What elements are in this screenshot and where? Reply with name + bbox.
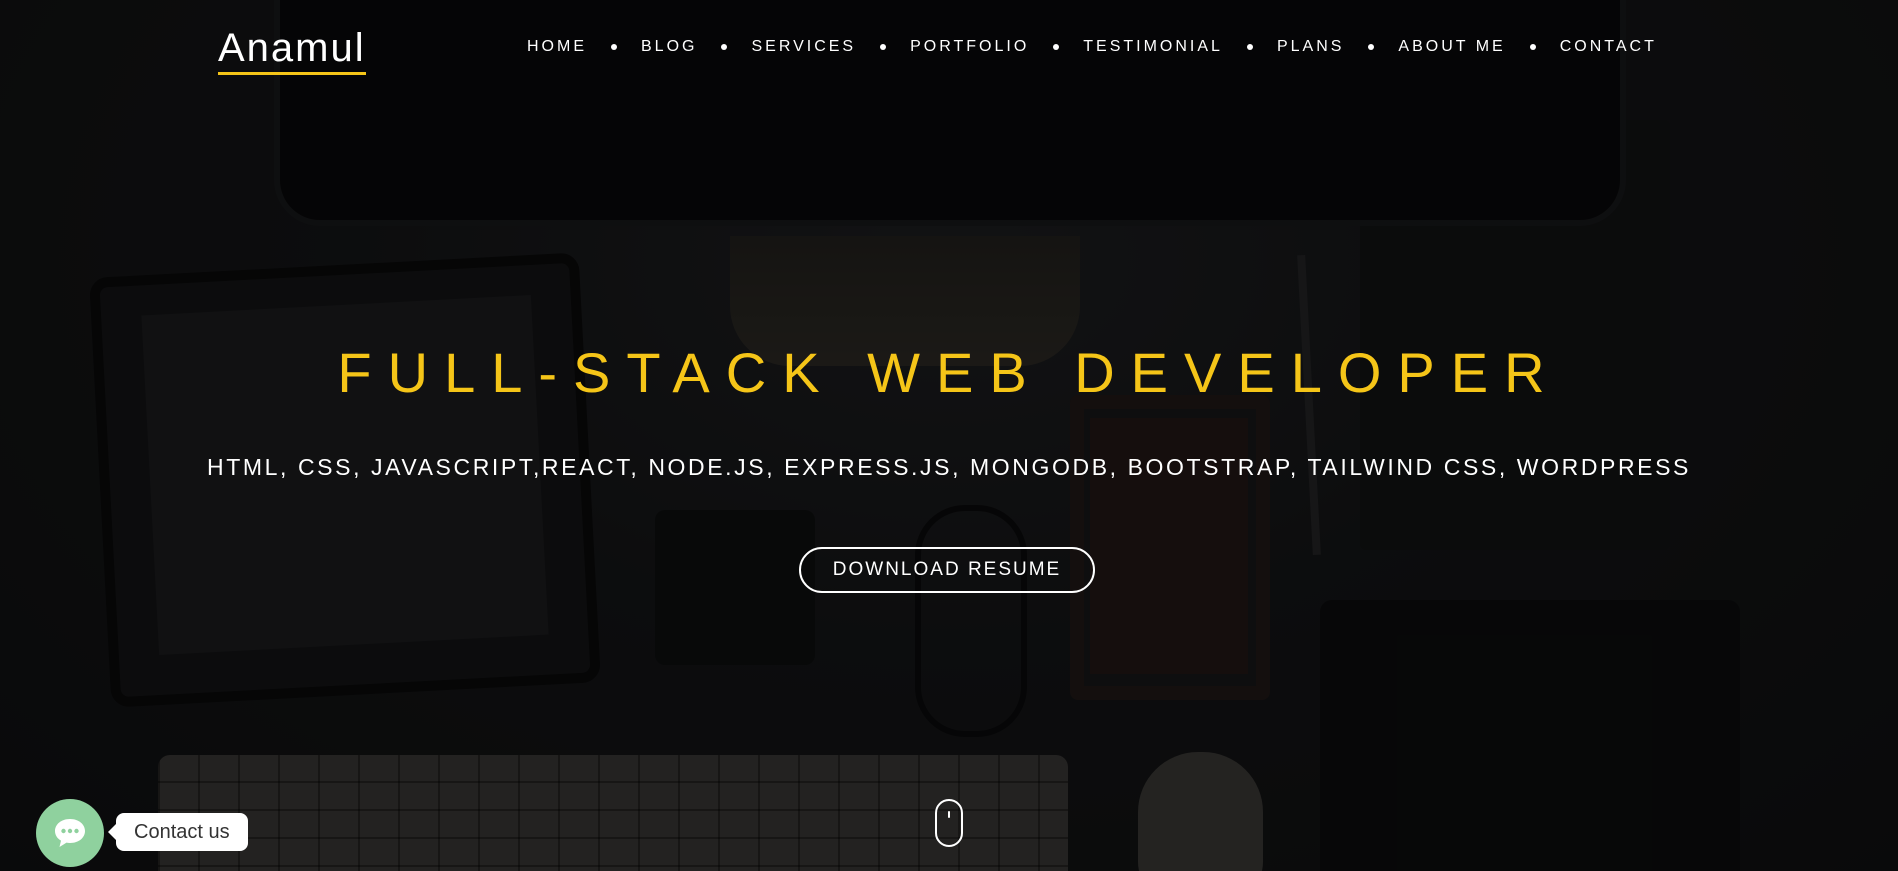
download-resume-button[interactable]: DOWNLOAD RESUME xyxy=(799,547,1095,593)
hero-section: Anamul HOME BLOG SERVICES PORTFOLIO TEST… xyxy=(0,0,1898,871)
nav-item-portfolio[interactable]: PORTFOLIO xyxy=(910,38,1029,56)
nav-item-services[interactable]: SERVICES xyxy=(751,38,856,56)
mouse-scroll-icon[interactable] xyxy=(935,799,963,847)
nav-separator-dot xyxy=(1246,44,1253,50)
nav-separator-dot xyxy=(1368,44,1375,50)
chat-bubble-icon xyxy=(55,819,85,847)
site-logo[interactable]: Anamul xyxy=(218,24,366,75)
contact-us-label[interactable]: Contact us xyxy=(108,813,248,851)
nav-separator-dot xyxy=(1053,44,1060,50)
nav-separator-dot xyxy=(1529,44,1536,50)
chat-button[interactable] xyxy=(36,799,104,867)
mouse-scroll-wheel xyxy=(948,811,950,818)
dark-overlay xyxy=(0,0,1898,871)
nav-item-home[interactable]: HOME xyxy=(527,38,587,56)
site-header: Anamul HOME BLOG SERVICES PORTFOLIO TEST… xyxy=(0,0,1898,100)
nav-separator-dot xyxy=(611,44,617,50)
nav-item-testimonial[interactable]: TESTIMONIAL xyxy=(1083,38,1223,56)
main-nav: HOME BLOG SERVICES PORTFOLIO TESTIMONIAL… xyxy=(527,38,1657,56)
nav-item-about-me[interactable]: ABOUT ME xyxy=(1398,38,1505,56)
nav-item-plans[interactable]: PLANS xyxy=(1277,38,1344,56)
nav-item-contact[interactable]: CONTACT xyxy=(1560,38,1657,56)
nav-separator-dot xyxy=(880,44,887,50)
hero-title: FULL-STACK WEB DEVELOPER xyxy=(337,341,1561,404)
nav-separator-dot xyxy=(721,44,728,50)
hero-skills: HTML, CSS, JAVASCRIPT,REACT, NODE.JS, EX… xyxy=(206,454,1691,480)
nav-item-blog[interactable]: BLOG xyxy=(641,38,697,56)
